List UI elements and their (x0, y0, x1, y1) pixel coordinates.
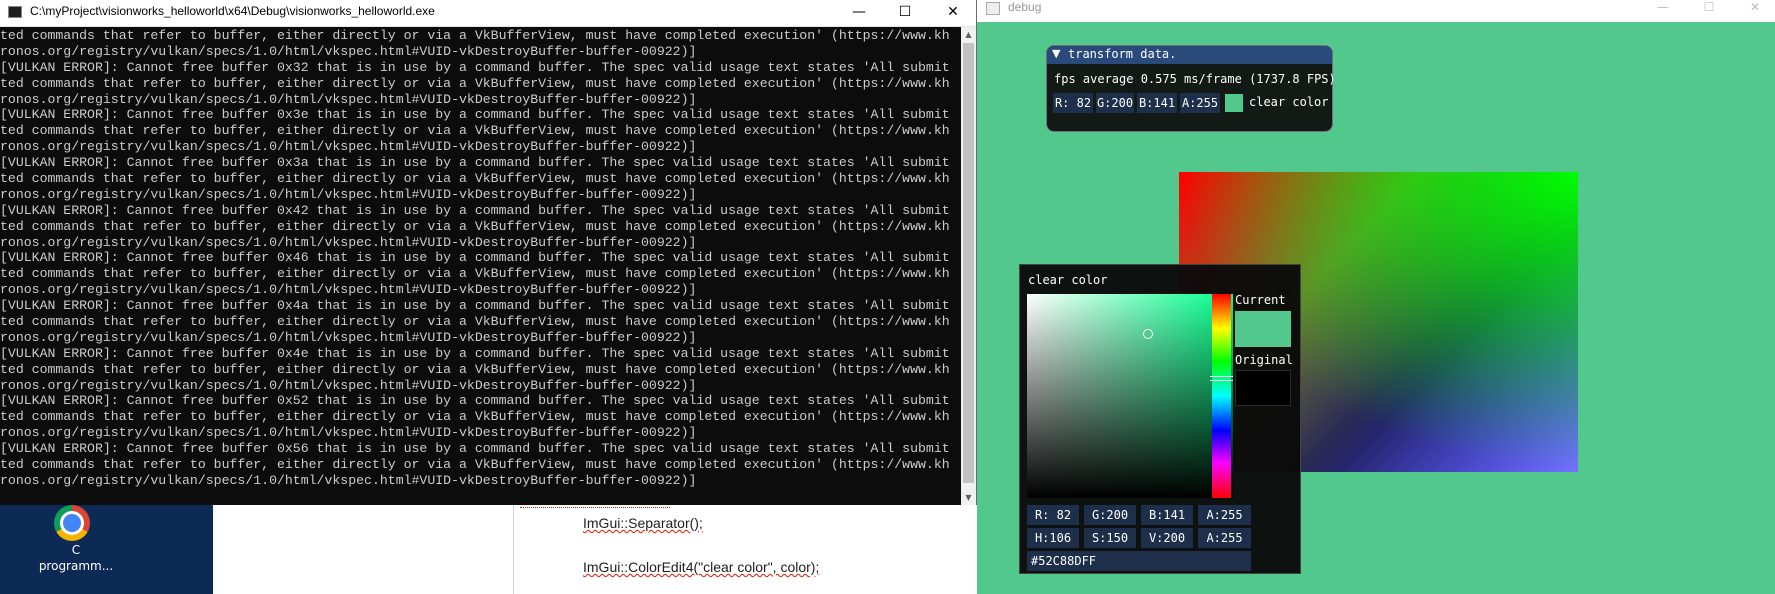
console-line: [VULKAN ERROR]: Cannot free buffer 0x32 … (0, 59, 950, 75)
debug-maximize-button[interactable]: ☐ (1686, 0, 1732, 18)
picker-value-input[interactable]: V:200 (1141, 528, 1193, 548)
scrollbar-thumb[interactable] (963, 43, 974, 483)
console-line: ronos.org/registry/vulkan/specs/1.0/html… (0, 329, 697, 345)
picker-blue-input[interactable]: B:141 (1141, 505, 1193, 525)
console-line: ted commands that refer to buffer, eithe… (0, 28, 950, 43)
console-line: ted commands that refer to buffer, eithe… (0, 409, 950, 425)
console-line: [VULKAN ERROR]: Cannot free buffer 0x4e … (0, 345, 950, 361)
collapse-arrow-icon[interactable]: ▼ (1052, 47, 1060, 60)
console-line: ronos.org/registry/vulkan/specs/1.0/html… (0, 472, 697, 488)
current-label: Current (1235, 293, 1286, 307)
clear-color-label: clear color (1249, 95, 1329, 109)
console-window: C:\myProject\visionworks_helloworld\x64\… (0, 0, 977, 505)
desktop-shortcut-chrome[interactable]: C programm... (36, 505, 116, 575)
picker-red-input[interactable]: R: 82 (1027, 505, 1079, 525)
picker-hex-input[interactable]: #52C88DFF (1027, 551, 1251, 571)
saturation-value-square[interactable] (1027, 294, 1233, 498)
console-line: [VULKAN ERROR]: Cannot free buffer 0x42 … (0, 202, 950, 218)
scroll-up-arrow-icon[interactable]: ▲ (961, 27, 976, 42)
console-title: C:\myProject\visionworks_helloworld\x64\… (30, 4, 435, 18)
console-line: ronos.org/registry/vulkan/specs/1.0/html… (0, 282, 697, 298)
close-button[interactable]: ✕ (930, 0, 976, 26)
console-line: ronos.org/registry/vulkan/specs/1.0/html… (0, 139, 697, 155)
blue-input[interactable]: B:141 (1137, 93, 1177, 113)
original-label: Original (1235, 353, 1293, 367)
console-output[interactable]: ted commands that refer to buffer, eithe… (0, 28, 960, 495)
minimize-button[interactable]: — (836, 0, 882, 26)
fps-readout: fps average 0.575 ms/frame (1737.8 FPS) (1054, 72, 1336, 86)
debug-minimize-button[interactable]: — (1640, 0, 1686, 18)
console-line: [VULKAN ERROR]: Cannot free buffer 0x3a … (0, 155, 950, 171)
console-scrollbar[interactable]: ▲ ▼ (961, 27, 976, 505)
hue-slider[interactable] (1212, 294, 1231, 498)
debug-title: debug (1008, 0, 1042, 14)
console-app-icon (8, 6, 22, 18)
code-line-separator[interactable]: ImGui::Separator(); (583, 515, 703, 531)
picker-alpha-hsv-input[interactable]: A:255 (1198, 528, 1251, 548)
console-line: [VULKAN ERROR]: Cannot free buffer 0x3e … (0, 107, 950, 123)
current-color-swatch (1235, 311, 1291, 347)
picker-alpha-input[interactable]: A:255 (1198, 505, 1251, 525)
desktop-shortcut-label: C programm... (38, 543, 114, 573)
console-line: ted commands that refer to buffer, eithe… (0, 314, 950, 330)
editor-sidebar (213, 505, 513, 594)
console-line: ted commands that refer to buffer, eithe… (0, 75, 950, 91)
maximize-button[interactable]: ☐ (882, 0, 928, 26)
picker-hue-input[interactable]: H:106 (1027, 528, 1079, 548)
console-line: ted commands that refer to buffer, eithe… (0, 457, 950, 473)
chrome-icon (54, 505, 90, 541)
picker-green-input[interactable]: G:200 (1084, 505, 1136, 525)
console-line: ted commands that refer to buffer, eithe… (0, 123, 950, 139)
debug-titlebar[interactable]: debug — ☐ ✕ (977, 0, 1775, 22)
green-input[interactable]: G:200 (1096, 93, 1134, 113)
console-titlebar[interactable]: C:\myProject\visionworks_helloworld\x64\… (0, 0, 976, 27)
console-line: [VULKAN ERROR]: Cannot free buffer 0x52 … (0, 393, 950, 409)
debug-window: debug — ☐ ✕ ▼ transform data. fps averag… (977, 0, 1775, 594)
console-line: ronos.org/registry/vulkan/specs/1.0/html… (0, 186, 697, 202)
alpha-input[interactable]: A:255 (1180, 93, 1220, 113)
red-input[interactable]: R: 82 (1053, 93, 1093, 113)
scroll-down-arrow-icon[interactable]: ▼ (961, 490, 976, 505)
color-picker-popup[interactable]: clear color Current Original R: 82 G:200… (1019, 264, 1301, 574)
panel-header[interactable]: ▼ transform data. (1047, 46, 1332, 64)
console-line: ronos.org/registry/vulkan/specs/1.0/html… (0, 234, 697, 250)
console-line: ronos.org/registry/vulkan/specs/1.0/html… (0, 377, 697, 393)
console-line: ted commands that refer to buffer, eithe… (0, 171, 950, 187)
picker-saturation-input[interactable]: S:150 (1084, 528, 1136, 548)
console-line: ted commands that refer to buffer, eithe… (0, 266, 950, 282)
console-line: [VULKAN ERROR]: Cannot free buffer 0x4a … (0, 298, 950, 314)
sv-cursor[interactable] (1143, 329, 1153, 339)
console-line: ted commands that refer to buffer, eithe… (0, 218, 950, 234)
console-line: ronos.org/registry/vulkan/specs/1.0/html… (0, 91, 697, 107)
console-line: [VULKAN ERROR]: Cannot free buffer 0x46 … (0, 250, 950, 266)
hue-marker[interactable] (1210, 376, 1233, 381)
console-line: ronos.org/registry/vulkan/specs/1.0/html… (0, 425, 697, 441)
clear-color-swatch[interactable] (1225, 94, 1243, 112)
panel-title: transform data. (1068, 47, 1177, 61)
code-line-coloredit[interactable]: ImGui::ColorEdit4("clear color", color); (583, 559, 819, 575)
transform-data-panel[interactable]: ▼ transform data. fps average 0.575 ms/f… (1046, 45, 1336, 132)
console-line: ted commands that refer to buffer, eithe… (0, 361, 950, 377)
debug-close-button[interactable]: ✕ (1732, 0, 1775, 18)
picker-title: clear color (1028, 273, 1108, 287)
console-line: [VULKAN ERROR]: Cannot free buffer 0x56 … (0, 441, 950, 457)
original-color-swatch[interactable] (1235, 370, 1291, 406)
debug-app-icon (986, 2, 1000, 15)
console-line: ronos.org/registry/vulkan/specs/1.0/html… (0, 43, 697, 59)
